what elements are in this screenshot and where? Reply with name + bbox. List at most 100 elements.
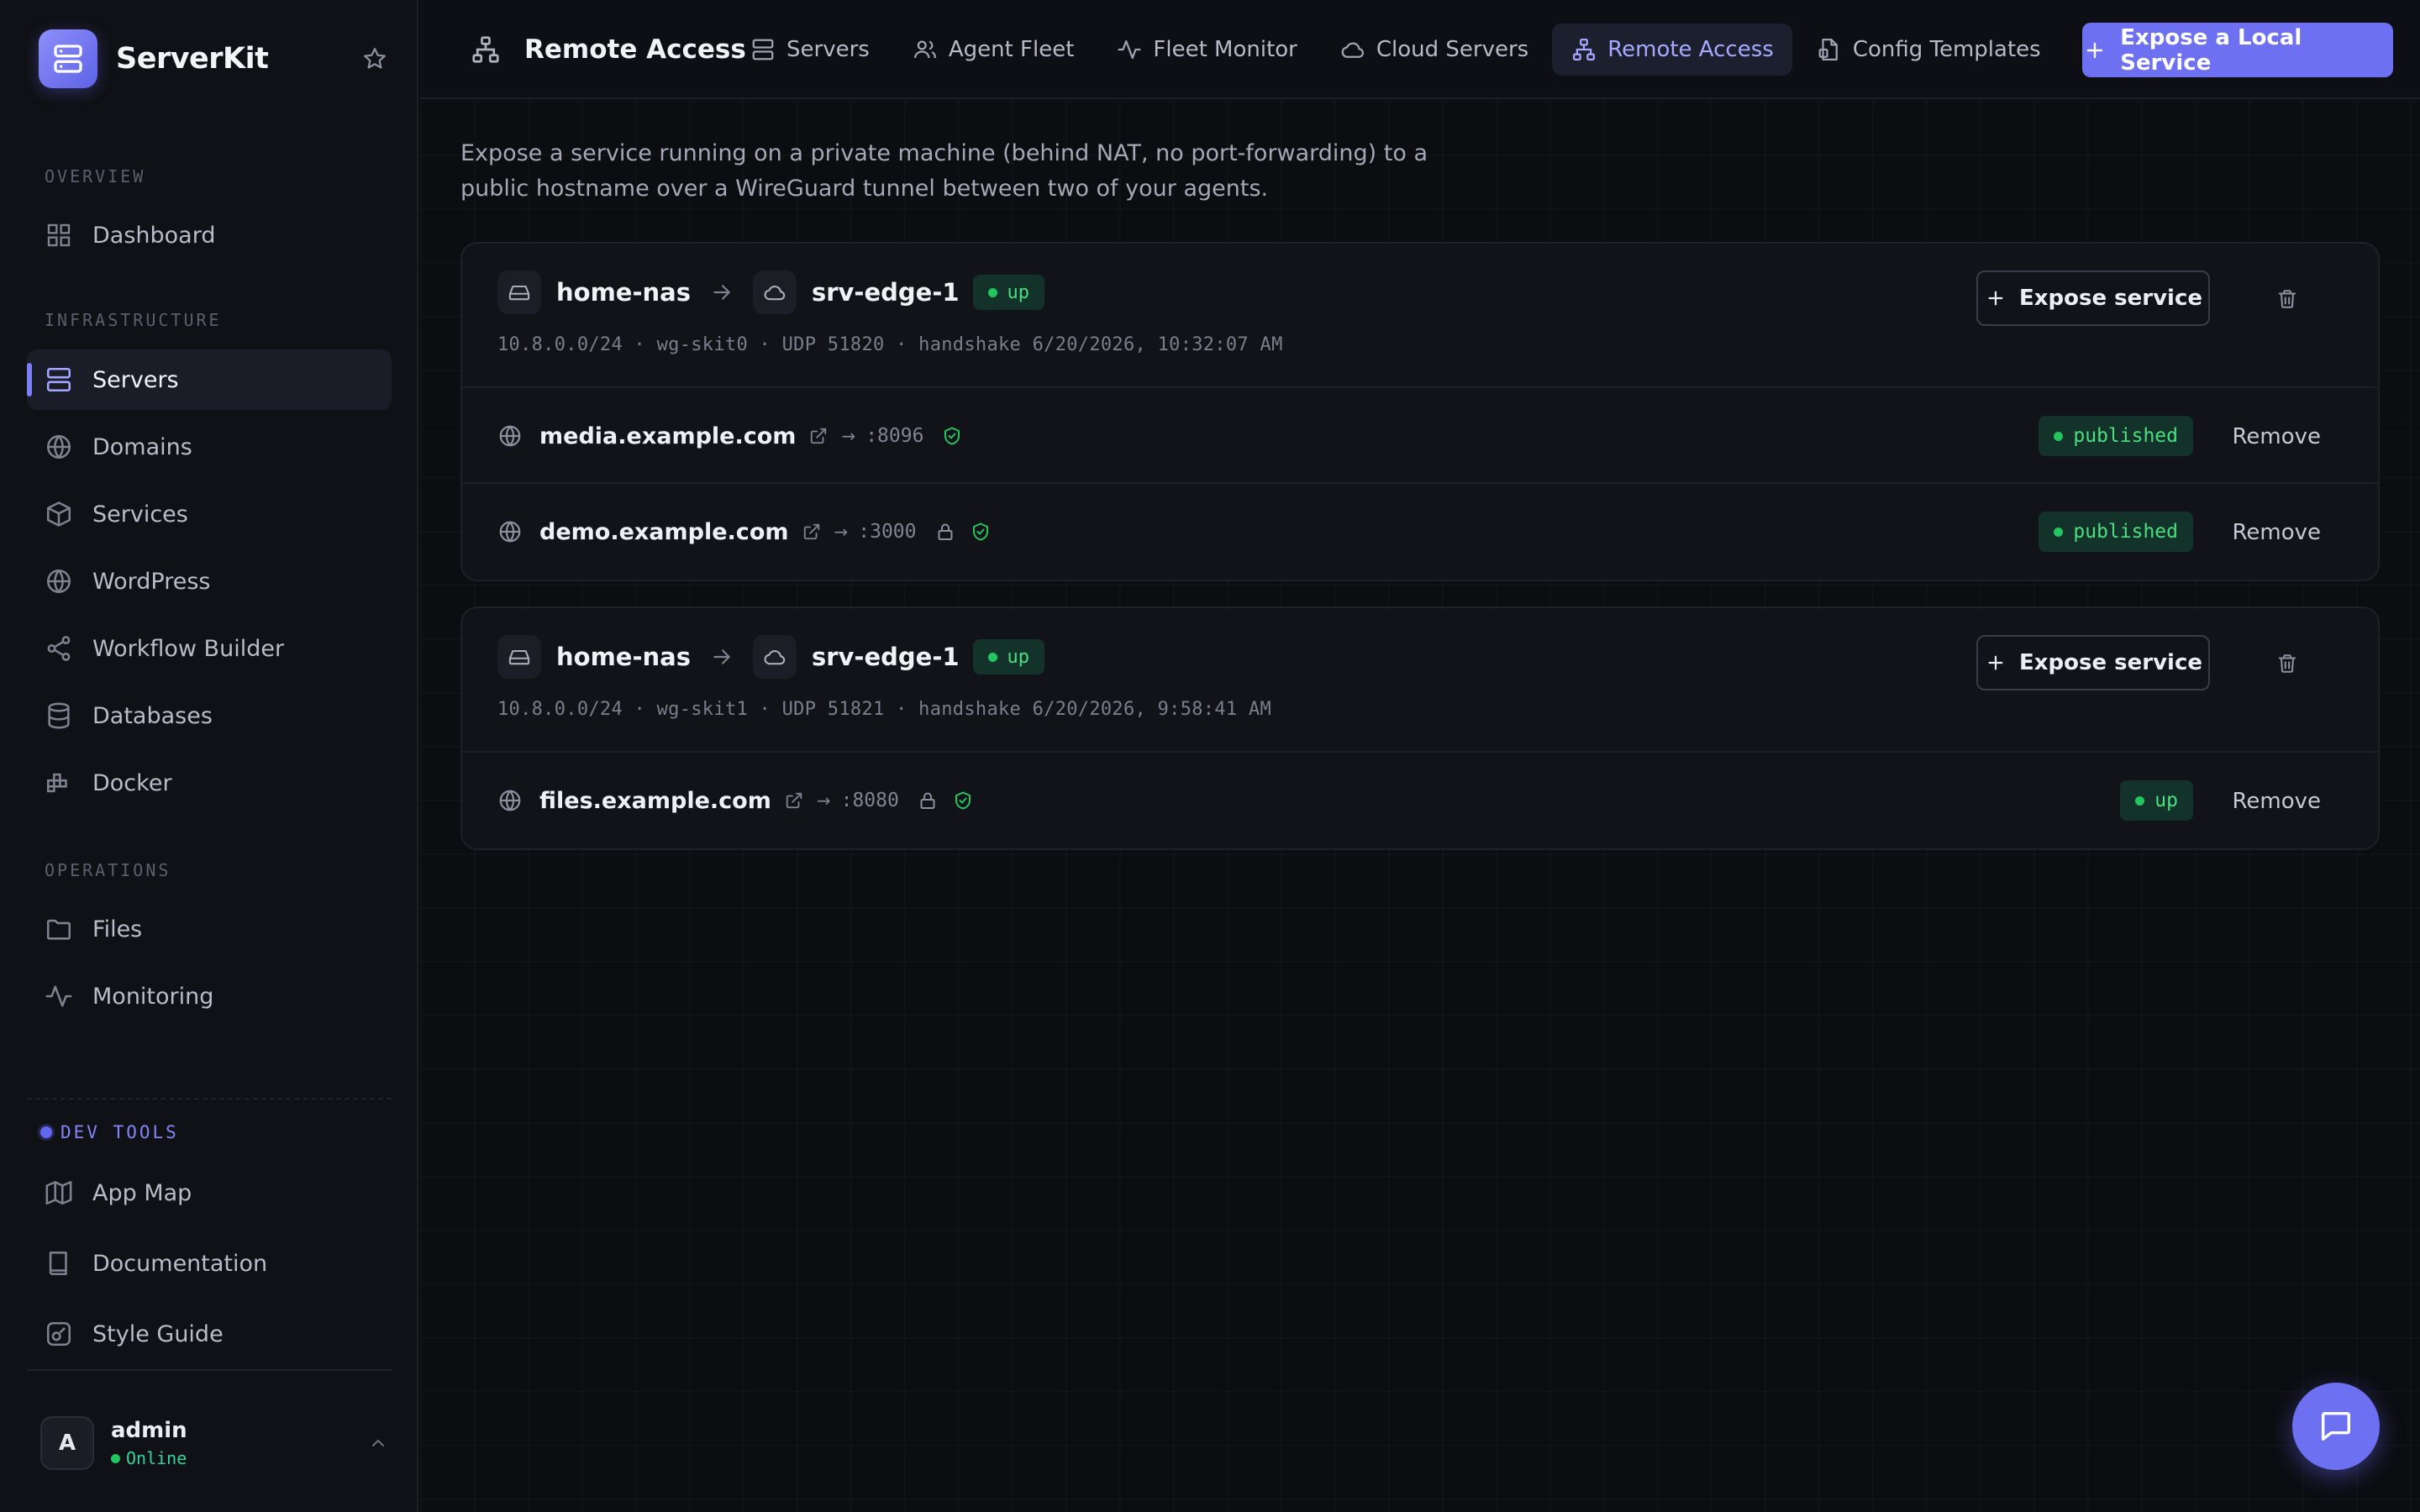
section-label-infrastructure: INFRASTRUCTURE	[45, 310, 222, 330]
delete-tunnel-trash-icon[interactable]	[2270, 282, 2304, 316]
sidebar-item-monitoring[interactable]: Monitoring	[27, 966, 392, 1026]
sidebar-item-label: Servers	[92, 366, 179, 393]
sidebar-item-dashboard[interactable]: Dashboard	[27, 205, 392, 265]
hard-drive-icon	[497, 635, 541, 679]
serverkit-logo-icon[interactable]	[39, 29, 97, 88]
expose-service-label: Expose service	[2018, 650, 2202, 675]
tunnel-card: home-nas srv-edge-1 up 10.8.0.0/24 · wg-…	[460, 242, 2380, 581]
avatar: A	[40, 1416, 94, 1470]
globe-icon	[496, 517, 524, 546]
sidebar-item-documentation[interactable]: Documentation	[27, 1233, 392, 1294]
sidebar-item-style-guide[interactable]: Style Guide	[27, 1304, 392, 1364]
expose-local-service-button[interactable]: Expose a Local Service	[2082, 23, 2393, 77]
sidebar-item-label: Dashboard	[92, 222, 216, 249]
sidebar-item-label: App Map	[92, 1179, 192, 1206]
tab-agent-fleet[interactable]: Agent Fleet	[893, 24, 1093, 76]
service-hostname[interactable]: files.example.com	[539, 788, 771, 814]
tunnel-source-name: home-nas	[556, 643, 691, 671]
tunnel-target-name: srv-edge-1	[811, 278, 960, 307]
arrow-right-icon	[709, 280, 734, 305]
sidebar-item-wordpress[interactable]: WordPress	[27, 551, 392, 612]
external-link-icon[interactable]	[783, 790, 805, 811]
remove-service-button[interactable]: Remove	[2232, 783, 2321, 820]
brand: ServerKit	[39, 29, 392, 89]
sidebar-item-services[interactable]: Services	[27, 484, 392, 544]
plus-icon	[1984, 651, 2007, 675]
tunnel-header: home-nas srv-edge-1 up 10.8.0.0/24 · wg-…	[462, 608, 2378, 753]
service-row: files.example.com → :8080 up Remove	[462, 753, 2378, 848]
cloud-icon	[752, 635, 797, 679]
tab-config-templates[interactable]: Config Templates	[1797, 24, 2060, 76]
sidebar-item-files[interactable]: Files	[27, 899, 392, 959]
tab-label: Cloud Servers	[1376, 37, 1529, 62]
tab-remote-access[interactable]: Remote Access	[1552, 24, 1792, 76]
sidebar-item-servers[interactable]: Servers	[27, 349, 392, 410]
sidebar-divider	[27, 1369, 392, 1371]
main-content: Expose a service running on a private ma…	[420, 101, 2420, 1512]
remove-service-button[interactable]: Remove	[2232, 514, 2321, 551]
tab-cloud-servers[interactable]: Cloud Servers	[1321, 24, 1547, 76]
page-title: Remote Access	[447, 25, 746, 74]
external-link-icon[interactable]	[808, 425, 829, 447]
cloud-icon	[1339, 36, 1366, 63]
expose-local-service-label: Expose a Local Service	[2120, 24, 2302, 76]
cloud-icon	[752, 270, 797, 314]
service-status-badge: published	[2039, 416, 2193, 456]
sidebar-item-label: Files	[92, 916, 143, 942]
file-template-icon	[1816, 36, 1843, 63]
sidebar-item-docker[interactable]: Docker	[27, 753, 392, 813]
network-icon	[1570, 36, 1597, 63]
database-icon	[44, 701, 74, 731]
page-title-text: Remote Access	[524, 34, 746, 65]
service-port: :8080	[840, 790, 899, 811]
section-label-operations: OPERATIONS	[45, 860, 171, 880]
tab-label: Fleet Monitor	[1153, 37, 1297, 62]
status-dot-icon	[987, 287, 997, 297]
sidebar-item-label: Domains	[92, 433, 192, 460]
arrow-right-icon	[709, 644, 734, 669]
section-label-overview: OVERVIEW	[45, 166, 146, 186]
service-row: demo.example.com → :3000 published Remov…	[462, 484, 2378, 580]
lock-icon	[916, 789, 939, 812]
tab-fleet-monitor[interactable]: Fleet Monitor	[1097, 24, 1315, 76]
chat-button[interactable]	[2292, 1383, 2380, 1470]
remove-service-button[interactable]: Remove	[2232, 418, 2321, 455]
favorite-star-icon[interactable]	[358, 42, 392, 76]
server-icon	[44, 365, 74, 395]
delete-tunnel-trash-icon[interactable]	[2270, 647, 2304, 680]
service-port: :3000	[858, 521, 917, 543]
sidebar-item-workflow-builder[interactable]: Workflow Builder	[27, 618, 392, 679]
top-bar: Remote Access Servers Agent Fleet Fleet …	[420, 0, 2420, 99]
palette-icon	[44, 1319, 74, 1349]
dev-tools-label: DEV TOOLS	[40, 1122, 179, 1142]
server-icon	[750, 36, 776, 63]
sidebar-item-label: Docker	[92, 769, 172, 796]
status-dot-icon	[2054, 527, 2064, 537]
globe-icon	[44, 432, 74, 462]
online-dot-icon	[111, 1453, 120, 1463]
service-status-text: up	[2154, 790, 2178, 811]
activity-icon	[44, 981, 74, 1011]
service-status-badge: published	[2039, 512, 2193, 552]
service-hostname[interactable]: demo.example.com	[539, 519, 789, 545]
sidebar: ServerKit OVERVIEW Dashboard INFRASTRUCT…	[0, 0, 418, 1512]
service-hostname[interactable]: media.example.com	[539, 423, 796, 449]
map-icon	[44, 1178, 74, 1208]
sidebar-item-databases[interactable]: Databases	[27, 685, 392, 746]
sidebar-item-label: Services	[92, 501, 188, 528]
expose-service-button[interactable]: Expose service	[1976, 270, 2210, 326]
plus-icon	[2082, 38, 2107, 63]
external-link-icon[interactable]	[801, 521, 823, 543]
service-arrow: →	[816, 790, 831, 811]
tunnel-route: home-nas srv-edge-1 up	[497, 635, 1045, 679]
user-menu[interactable]: A admin Online	[40, 1413, 393, 1473]
activity-icon	[1116, 36, 1143, 63]
tab-label: Config Templates	[1852, 37, 2041, 62]
tunnel-meta: 10.8.0.0/24 · wg-skit1 · UDP 51821 · han…	[497, 699, 1272, 720]
chevron-up-icon[interactable]	[363, 1428, 393, 1458]
network-icon	[469, 33, 502, 66]
tab-servers[interactable]: Servers	[731, 24, 888, 76]
expose-service-button[interactable]: Expose service	[1976, 635, 2210, 690]
sidebar-item-domains[interactable]: Domains	[27, 417, 392, 477]
sidebar-item-app-map[interactable]: App Map	[27, 1163, 392, 1223]
